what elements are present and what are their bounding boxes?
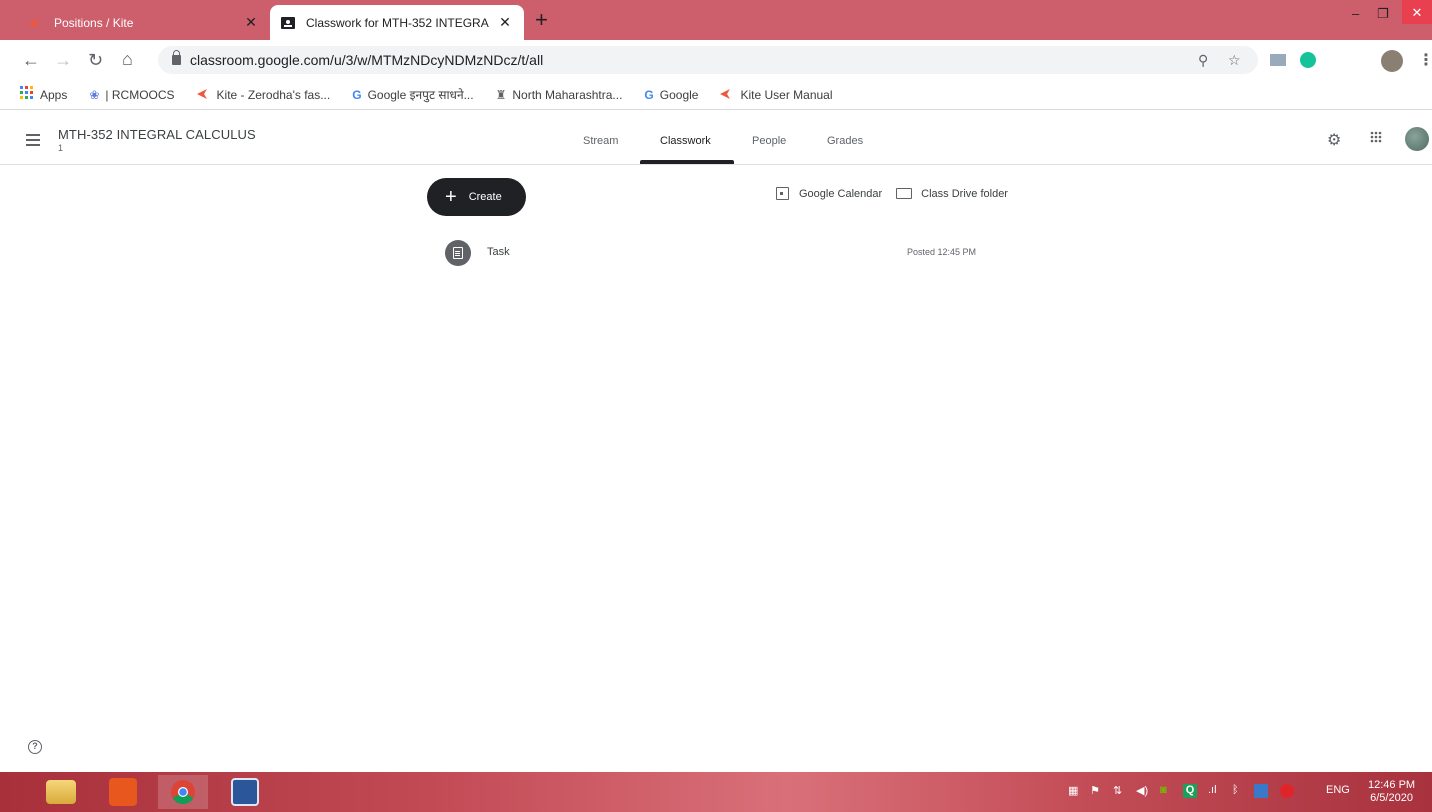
bookmark-apps[interactable]: Apps bbox=[20, 86, 67, 103]
close-window-button[interactable]: ✕ bbox=[1402, 0, 1432, 24]
university-icon: ♜ bbox=[495, 87, 507, 102]
back-arrow-icon[interactable]: ← bbox=[22, 50, 40, 70]
bookmark-label: Kite User Manual bbox=[740, 87, 833, 102]
course-section: 1 bbox=[58, 143, 64, 153]
kite-icon bbox=[28, 15, 44, 31]
item-posted-time: Posted 12:45 PM bbox=[907, 247, 977, 257]
file-explorer-taskbar-icon[interactable] bbox=[36, 775, 86, 809]
bookmark-north-maharashtra[interactable]: ♜ North Maharashtra... bbox=[496, 88, 623, 102]
create-label: Create bbox=[468, 191, 502, 203]
kite-icon bbox=[196, 88, 211, 102]
tab-title: Positions / Kite bbox=[54, 15, 134, 30]
plus-icon: + bbox=[445, 186, 457, 208]
chrome-taskbar-icon[interactable] bbox=[158, 775, 208, 809]
extension-icon[interactable] bbox=[1270, 54, 1286, 66]
signal-strength-icon[interactable]: .ıl bbox=[1208, 784, 1217, 796]
help-icon[interactable]: ? bbox=[28, 740, 42, 754]
lock-icon bbox=[172, 50, 181, 65]
language-indicator[interactable]: ENG bbox=[1326, 784, 1350, 796]
course-title[interactable]: MTH-352 INTEGRAL CALCULUS bbox=[58, 127, 256, 142]
grammarly-icon[interactable] bbox=[1300, 52, 1316, 68]
create-button[interactable]: + Create bbox=[427, 178, 526, 216]
account-avatar[interactable] bbox=[1405, 127, 1429, 151]
quick-heal-icon[interactable]: Q bbox=[1183, 784, 1197, 798]
pdf-app-taskbar-icon[interactable] bbox=[98, 775, 148, 809]
clock-time: 12:46 PM bbox=[1368, 779, 1416, 791]
bookmark-google-input-tools[interactable]: G Google इनपुट साधने... bbox=[352, 86, 473, 103]
bookmark-rcmoocs[interactable]: ❀ | RCMOOCS bbox=[89, 88, 174, 102]
bookmark-label: Apps bbox=[40, 87, 68, 102]
active-tab-indicator bbox=[640, 160, 734, 164]
windows-taskbar: ▦ ⚑ ⇅ ◀) ◙ Q .ıl ᛒ ENG bbox=[0, 772, 1432, 812]
address-bar[interactable]: classroom.google.com/u/3/w/MTMzNDcyNDMzN… bbox=[158, 46, 1258, 74]
calendar-icon bbox=[776, 187, 789, 200]
browser-tab-classwork[interactable]: Classwork for MTH-352 INTEGRA ✕ bbox=[270, 5, 524, 40]
chrome-icon bbox=[171, 780, 195, 805]
new-tab-button[interactable]: + bbox=[535, 9, 548, 31]
zoom-icon[interactable]: ⚲ bbox=[1198, 52, 1208, 69]
item-title: Task bbox=[487, 246, 510, 258]
settings-gear-icon[interactable]: ⚙ bbox=[1327, 130, 1341, 150]
restore-button[interactable]: ❐ bbox=[1377, 6, 1389, 22]
minimize-button[interactable]: – bbox=[1352, 6, 1359, 21]
profile-avatar[interactable] bbox=[1381, 50, 1403, 72]
tab-classwork[interactable]: Classwork bbox=[660, 135, 711, 147]
bookmark-label: North Maharashtra... bbox=[512, 87, 623, 102]
classroom-icon bbox=[280, 15, 296, 31]
globe-icon: ❀ bbox=[89, 87, 100, 102]
classroom-header: MTH-352 INTEGRAL CALCULUS 1 Stream Class… bbox=[0, 112, 1432, 165]
action-center-flag-icon[interactable]: ⚑ bbox=[1090, 784, 1100, 797]
volume-icon[interactable]: ◀) bbox=[1136, 784, 1148, 797]
url-text: classroom.google.com/u/3/w/MTMzNDcyNDMzN… bbox=[190, 52, 544, 68]
bookmarks-bar: Apps ❀ | RCMOOCS Kite - Zerodha's fas...… bbox=[0, 80, 1432, 110]
bookmark-kite-zerodha[interactable]: Kite - Zerodha's fas... bbox=[196, 87, 331, 102]
nvidia-icon[interactable]: ◙ bbox=[1160, 784, 1167, 796]
network-adapter-icon[interactable]: ⇅ bbox=[1113, 784, 1122, 797]
bookmark-label: Kite - Zerodha's fas... bbox=[216, 87, 331, 102]
assignment-icon bbox=[445, 240, 471, 266]
opera-icon[interactable] bbox=[1280, 784, 1294, 798]
bookmark-label: | RCMOOCS bbox=[105, 87, 175, 102]
main-menu-icon[interactable] bbox=[26, 134, 40, 149]
forward-arrow-icon[interactable]: → bbox=[54, 50, 72, 70]
bookmark-kite-user-manual[interactable]: Kite User Manual bbox=[720, 87, 833, 102]
close-tab-icon[interactable]: ✕ bbox=[496, 14, 514, 31]
tray-utility-icon[interactable] bbox=[1254, 784, 1268, 798]
folder-icon bbox=[896, 188, 913, 199]
class-drive-folder-link[interactable]: Class Drive folder bbox=[896, 188, 1008, 200]
bookmark-label: Google bbox=[659, 87, 699, 102]
close-tab-icon[interactable]: ✕ bbox=[242, 14, 260, 31]
menu-kebab-icon[interactable]: ⋮ bbox=[1418, 50, 1432, 70]
clock-date: 6/5/2020 bbox=[1370, 792, 1413, 804]
tray-app-icon[interactable]: ▦ bbox=[1068, 784, 1078, 797]
taskbar-clock[interactable]: 12:46 PM 6/5/2020 bbox=[1368, 779, 1415, 805]
google-icon: G bbox=[644, 87, 654, 102]
classwork-item[interactable]: Task Posted 12:45 PM bbox=[445, 240, 995, 266]
tab-grades[interactable]: Grades bbox=[827, 135, 863, 147]
google-calendar-link[interactable]: Google Calendar bbox=[776, 187, 882, 200]
word-taskbar-icon[interactable] bbox=[220, 775, 270, 809]
bookmark-google[interactable]: G Google bbox=[644, 88, 698, 102]
drive-label: Class Drive folder bbox=[921, 187, 1008, 200]
reload-icon[interactable]: ↻ bbox=[88, 50, 103, 70]
browser-tab-strip: Positions / Kite ✕ Classwork for MTH-352… bbox=[0, 0, 1432, 40]
class-links: Google Calendar Class Drive folder bbox=[776, 187, 1022, 200]
google-apps-icon[interactable] bbox=[1370, 130, 1382, 146]
browser-tab-kite[interactable]: Positions / Kite ✕ bbox=[18, 5, 270, 40]
bookmark-label: Google इनपुट साधने... bbox=[367, 88, 474, 102]
tab-stream[interactable]: Stream bbox=[583, 135, 618, 147]
apps-grid-icon bbox=[20, 86, 34, 103]
bluetooth-icon[interactable]: ᛒ bbox=[1232, 784, 1239, 796]
google-icon: G bbox=[352, 87, 362, 102]
calendar-label: Google Calendar bbox=[799, 187, 883, 200]
tab-people[interactable]: People bbox=[752, 135, 786, 147]
home-icon[interactable]: ⌂ bbox=[122, 49, 133, 69]
tab-title: Classwork for MTH-352 INTEGRA bbox=[306, 15, 489, 30]
kite-icon bbox=[720, 88, 734, 102]
bookmark-star-icon[interactable]: ☆ bbox=[1228, 52, 1241, 69]
